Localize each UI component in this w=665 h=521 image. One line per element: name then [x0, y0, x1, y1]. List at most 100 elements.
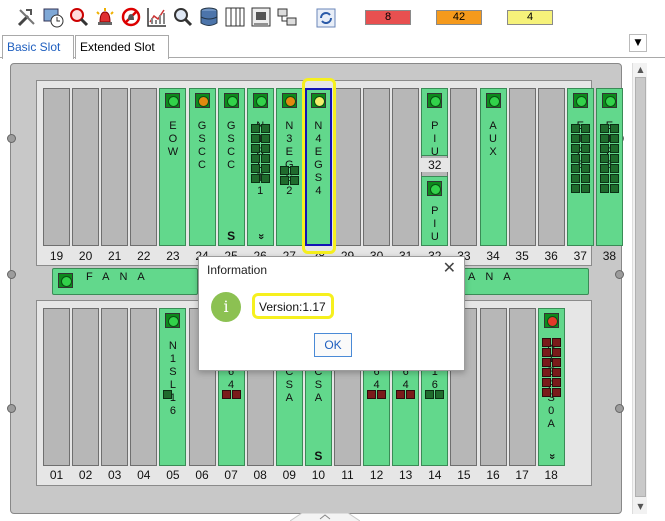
board-label: G S C C [197, 120, 207, 171]
scroll-up-icon[interactable]: ▲ [633, 63, 648, 77]
performance-chart-icon[interactable] [146, 6, 168, 28]
empty-slot-29[interactable] [334, 88, 361, 246]
information-dialog: Information ✕ i Version:1.17 OK [198, 256, 465, 371]
status-led-icon [427, 181, 443, 196]
empty-slot-21[interactable] [101, 88, 129, 246]
tab-list-dropdown-button[interactable]: ▼ [629, 34, 647, 52]
empty-slot-19[interactable] [43, 88, 70, 246]
empty-slot-02[interactable] [72, 308, 100, 466]
port-icon [541, 348, 551, 357]
scroll-down-icon[interactable]: ▼ [633, 500, 648, 514]
empty-slot-31[interactable] [392, 88, 420, 246]
port-icon [541, 338, 551, 347]
port-icon [289, 166, 299, 175]
ok-button[interactable]: OK [314, 333, 352, 357]
board-label: A U X [489, 120, 497, 158]
empty-slot-01[interactable] [43, 308, 70, 466]
minor-alarm-count[interactable]: 4 [507, 10, 553, 25]
database-icon[interactable] [198, 6, 220, 28]
major-alarm-count[interactable]: 42 [436, 10, 482, 25]
port-icon [609, 124, 619, 133]
status-led-icon [543, 313, 559, 328]
tab-basic-slot[interactable]: Basic Slot [2, 35, 74, 59]
port-icon [541, 388, 551, 397]
alarm-bell-icon[interactable] [94, 6, 116, 28]
slot-number: 21 [108, 249, 122, 263]
port-icon [599, 164, 609, 173]
port-icon [599, 124, 609, 133]
port-icon [541, 358, 551, 367]
fan-label: ANA [468, 271, 521, 283]
columns-icon[interactable] [224, 6, 246, 28]
slot-number: 11 [341, 468, 354, 482]
search-icon[interactable] [172, 6, 194, 28]
empty-slot-22[interactable] [130, 88, 158, 246]
standby-mark: S [227, 229, 236, 243]
board-label: E O W [167, 120, 179, 158]
scroll-thumb[interactable] [635, 77, 646, 497]
empty-slot-30[interactable] [363, 88, 391, 246]
dialog-title: Information [207, 263, 268, 277]
clock-monitor-icon[interactable] [42, 6, 64, 28]
expand-chevron-icon[interactable]: » [254, 223, 267, 250]
port-icon [541, 378, 551, 387]
status-led-icon [281, 93, 297, 108]
port-icon [250, 174, 260, 183]
slot-number: 23 [166, 249, 180, 263]
port-icon [250, 144, 260, 153]
port-icon [580, 124, 590, 133]
close-icon[interactable]: ✕ [443, 260, 456, 276]
network-icon[interactable] [276, 6, 298, 28]
slot-number: 15 [457, 468, 471, 482]
screw [7, 270, 16, 279]
info-icon: i [211, 292, 241, 322]
critical-alarm-count[interactable]: 8 [365, 10, 411, 25]
tools-icon[interactable] [16, 6, 38, 28]
vertical-scrollbar[interactable]: ▲ ▼ [632, 63, 647, 514]
slot-number: 01 [49, 468, 64, 482]
slot-number: 20 [78, 249, 93, 263]
port-icon [580, 134, 590, 143]
port-icon [260, 174, 270, 183]
port-icon [377, 390, 387, 399]
slot-number: 19 [49, 249, 64, 263]
empty-slot-17[interactable] [508, 308, 536, 466]
tab-extended-slot[interactable]: Extended Slot [75, 35, 169, 59]
port-icon [425, 390, 435, 399]
tab-bar: Basic Slot Extended Slot [0, 33, 665, 59]
slot-number: 07 [224, 468, 238, 482]
empty-slot-03[interactable] [101, 308, 129, 466]
port-icon [551, 388, 561, 397]
empty-slot-20[interactable] [72, 88, 100, 246]
port-icon [609, 164, 619, 173]
empty-slot-04[interactable] [130, 308, 158, 466]
empty-slot-33[interactable] [450, 88, 478, 246]
version-text: Version:1.17 [259, 300, 326, 314]
port-icon [289, 176, 299, 185]
refresh-icon[interactable] [316, 8, 336, 28]
slot-number: 14 [428, 468, 442, 482]
port-icon [221, 390, 231, 399]
highlight-slot-28 [302, 78, 336, 254]
port-icon [609, 144, 619, 153]
slot-number: 05 [166, 468, 180, 482]
empty-slot-36[interactable] [537, 88, 565, 246]
board-slot-34[interactable] [479, 88, 507, 246]
expand-chevron-icon[interactable]: » [545, 443, 558, 470]
alarm-search-icon[interactable] [68, 6, 90, 28]
port-icon [570, 174, 580, 183]
config-icon[interactable] [250, 6, 272, 28]
port-icon [260, 164, 270, 173]
port-icon [551, 368, 561, 377]
empty-slot-16[interactable] [479, 308, 507, 466]
alarm-filter-icon[interactable] [120, 6, 142, 28]
resize-grip-icon[interactable] [290, 512, 360, 521]
port-icon [551, 338, 561, 347]
port-icon [570, 134, 580, 143]
empty-slot-35[interactable] [508, 88, 536, 246]
board-slot-23[interactable] [159, 88, 187, 246]
board-label: G S C C [226, 120, 236, 171]
board-label: N 1 S L 1 6 [168, 340, 177, 417]
port-icon [609, 174, 619, 183]
port-icon [609, 154, 619, 163]
